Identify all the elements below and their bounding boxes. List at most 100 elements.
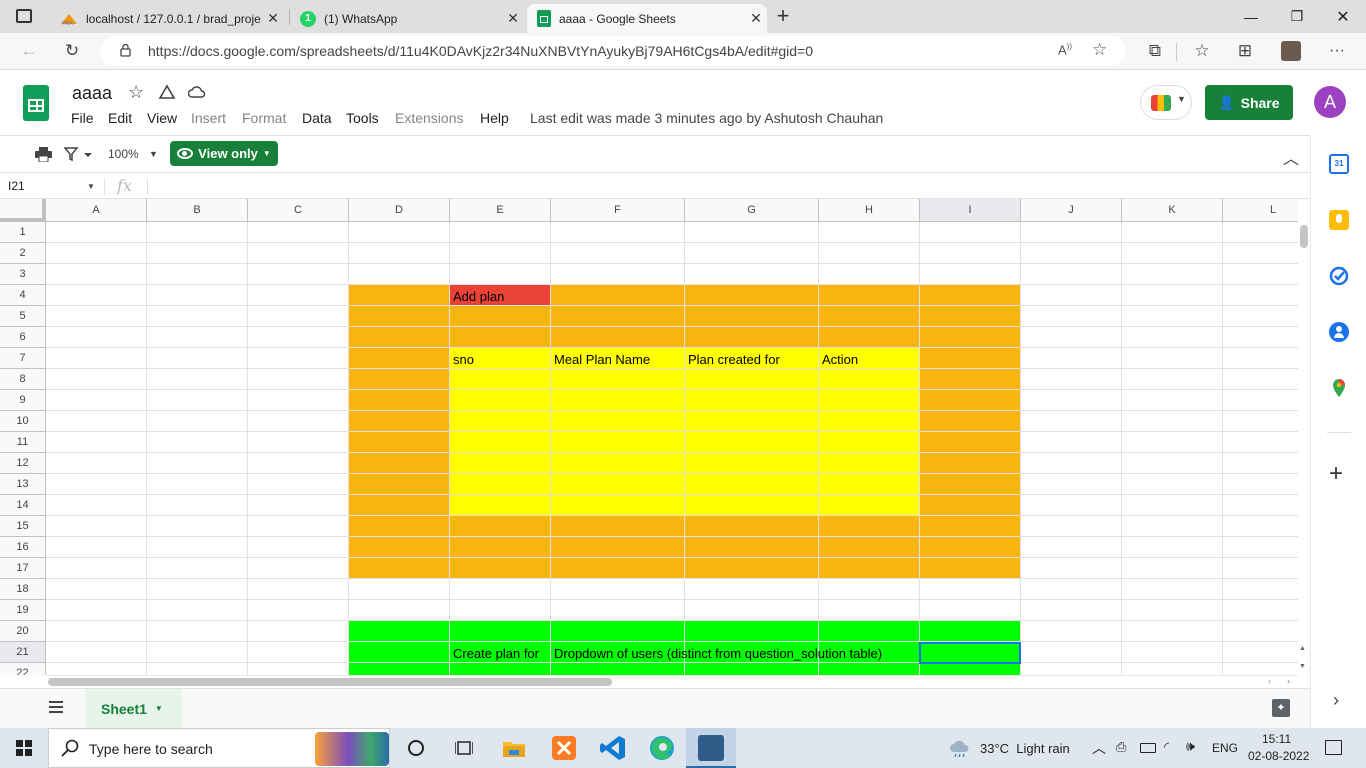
column-header-l[interactable]: L xyxy=(1223,199,1298,222)
show-hidden-icons-icon[interactable]: ︿ xyxy=(1092,738,1106,758)
clock-time[interactable]: 15:11 xyxy=(1262,732,1291,746)
mysql-workbench-taskbar-button[interactable] xyxy=(686,728,736,768)
row-header-20[interactable]: 20 xyxy=(0,621,46,642)
collapse-menus-icon[interactable]: ︿ xyxy=(1283,145,1299,169)
close-tab-icon[interactable]: ✕ xyxy=(262,10,284,27)
refresh-icon[interactable]: ↻ xyxy=(57,37,87,65)
file-explorer-icon[interactable] xyxy=(500,734,528,762)
battery-icon[interactable] xyxy=(1140,743,1156,753)
cell-h7[interactable]: Action xyxy=(822,352,858,367)
cell-f21[interactable]: Dropdown of users (distinct from questio… xyxy=(554,646,882,661)
row-header-2[interactable]: 2 xyxy=(0,243,46,264)
zoom-select[interactable]: 100% xyxy=(108,147,139,161)
wifi-icon[interactable]: ◜ xyxy=(1164,739,1169,755)
address-bar[interactable]: https://docs.google.com/spreadsheets/d/1… xyxy=(100,36,1126,66)
row-header-10[interactable]: 10 xyxy=(0,411,46,432)
meet-now-icon[interactable]: ⎙ xyxy=(1116,739,1126,755)
share-button[interactable]: 👤 Share xyxy=(1205,85,1293,120)
row-header-9[interactable]: 9 xyxy=(0,390,46,411)
name-box-chevron-icon[interactable]: ▼ xyxy=(87,182,95,191)
row-header-7[interactable]: 7 xyxy=(0,348,46,369)
row-header-22[interactable]: 22 xyxy=(0,663,46,675)
tab-actions-icon[interactable] xyxy=(16,9,32,23)
row-header-8[interactable]: 8 xyxy=(0,369,46,390)
close-tab-icon[interactable]: ✕ xyxy=(502,10,524,27)
sheets-logo-icon[interactable] xyxy=(23,85,49,121)
profile-icon[interactable] xyxy=(1276,37,1306,65)
scroll-right-icon[interactable]: › xyxy=(1287,676,1290,686)
explore-icon[interactable]: ✦ xyxy=(1272,699,1290,717)
notifications-icon[interactable] xyxy=(1325,740,1342,755)
view-only-button[interactable]: View only ▼ xyxy=(170,141,278,166)
menu-file[interactable]: File xyxy=(71,110,94,126)
minimize-icon[interactable]: — xyxy=(1228,0,1274,33)
menu-extensions[interactable]: Extensions xyxy=(395,110,463,126)
favorite-add-icon[interactable]: ☆ xyxy=(1092,40,1107,60)
menu-help[interactable]: Help xyxy=(480,110,509,126)
column-header-h[interactable]: H xyxy=(819,199,920,222)
tasks-icon[interactable] xyxy=(1329,266,1349,286)
cell-e4[interactable]: Add plan xyxy=(453,289,504,304)
weather-icon[interactable] xyxy=(948,738,972,758)
row-header-19[interactable]: 19 xyxy=(0,600,46,621)
edge-icon[interactable] xyxy=(648,734,676,762)
read-aloud-icon[interactable]: A)) xyxy=(1058,42,1072,57)
column-header-c[interactable]: C xyxy=(248,199,349,222)
contacts-icon[interactable] xyxy=(1329,322,1349,342)
windows-start-icon[interactable] xyxy=(16,740,32,756)
collections-icon[interactable]: ⊞ xyxy=(1230,37,1260,65)
keep-icon[interactable] xyxy=(1329,210,1349,230)
selected-cell-i21[interactable] xyxy=(919,642,1021,664)
row-header-17[interactable]: 17 xyxy=(0,558,46,579)
column-header-g[interactable]: G xyxy=(685,199,819,222)
formula-input[interactable] xyxy=(156,176,1296,196)
scroll-down-icon[interactable]: ▼ xyxy=(1299,663,1306,670)
task-view-icon[interactable] xyxy=(454,740,474,756)
scroll-up-icon[interactable]: ▲ xyxy=(1299,645,1306,652)
more-options-icon[interactable]: ··· xyxy=(1322,37,1352,65)
row-header-1[interactable]: 1 xyxy=(0,222,46,243)
cell-f7[interactable]: Meal Plan Name xyxy=(554,352,650,367)
row-header-12[interactable]: 12 xyxy=(0,453,46,474)
show-side-panel-icon[interactable]: › xyxy=(1333,690,1339,711)
row-header-18[interactable]: 18 xyxy=(0,579,46,600)
cloud-status-icon[interactable] xyxy=(187,85,206,99)
favorites-icon[interactable]: ☆ xyxy=(1187,37,1217,65)
meet-button[interactable]: ▼ xyxy=(1140,85,1192,120)
back-icon[interactable]: ← xyxy=(14,37,44,65)
cell-e21[interactable]: Create plan for xyxy=(453,646,539,661)
row-header-6[interactable]: 6 xyxy=(0,327,46,348)
column-header-a[interactable]: A xyxy=(46,199,147,222)
horizontal-scrollbar-thumb[interactable] xyxy=(48,678,612,686)
menu-tools[interactable]: Tools xyxy=(346,110,379,126)
language-indicator[interactable]: ENG xyxy=(1212,741,1238,755)
xampp-icon[interactable] xyxy=(550,734,578,762)
lock-icon[interactable] xyxy=(120,43,131,57)
menu-view[interactable]: View xyxy=(147,110,177,126)
row-header-3[interactable]: 3 xyxy=(0,264,46,285)
row-header-11[interactable]: 11 xyxy=(0,432,46,453)
sheet-tab-sheet1[interactable]: Sheet1 ▼ xyxy=(86,689,182,728)
row-header-14[interactable]: 14 xyxy=(0,495,46,516)
calendar-icon[interactable]: 31 xyxy=(1329,154,1349,174)
document-title[interactable]: aaaa xyxy=(72,83,112,104)
browser-tab-google-sheets[interactable]: aaaa - Google Sheets ✕ xyxy=(527,4,767,33)
column-header-b[interactable]: B xyxy=(147,199,248,222)
filter-icon[interactable] xyxy=(63,147,94,162)
column-header-e[interactable]: E xyxy=(450,199,551,222)
close-tab-icon[interactable]: ✕ xyxy=(745,10,767,27)
menu-data[interactable]: Data xyxy=(302,110,332,126)
row-header-16[interactable]: 16 xyxy=(0,537,46,558)
weather-text[interactable]: 33°C Light rain xyxy=(980,741,1070,756)
last-edit-text[interactable]: Last edit was made 3 minutes ago by Ashu… xyxy=(530,110,883,126)
row-header-5[interactable]: 5 xyxy=(0,306,46,327)
new-tab-icon[interactable]: + xyxy=(772,4,794,28)
menu-edit[interactable]: Edit xyxy=(108,110,132,126)
cell-e7[interactable]: sno xyxy=(453,352,474,367)
column-header-i[interactable]: I xyxy=(920,199,1021,222)
volume-icon[interactable]: 🕪 xyxy=(1186,738,1195,755)
cell-g7[interactable]: Plan created for xyxy=(688,352,780,367)
vertical-scrollbar-thumb[interactable] xyxy=(1300,225,1308,248)
row-header-4[interactable]: 4 xyxy=(0,285,46,306)
menu-format[interactable]: Format xyxy=(242,110,286,126)
